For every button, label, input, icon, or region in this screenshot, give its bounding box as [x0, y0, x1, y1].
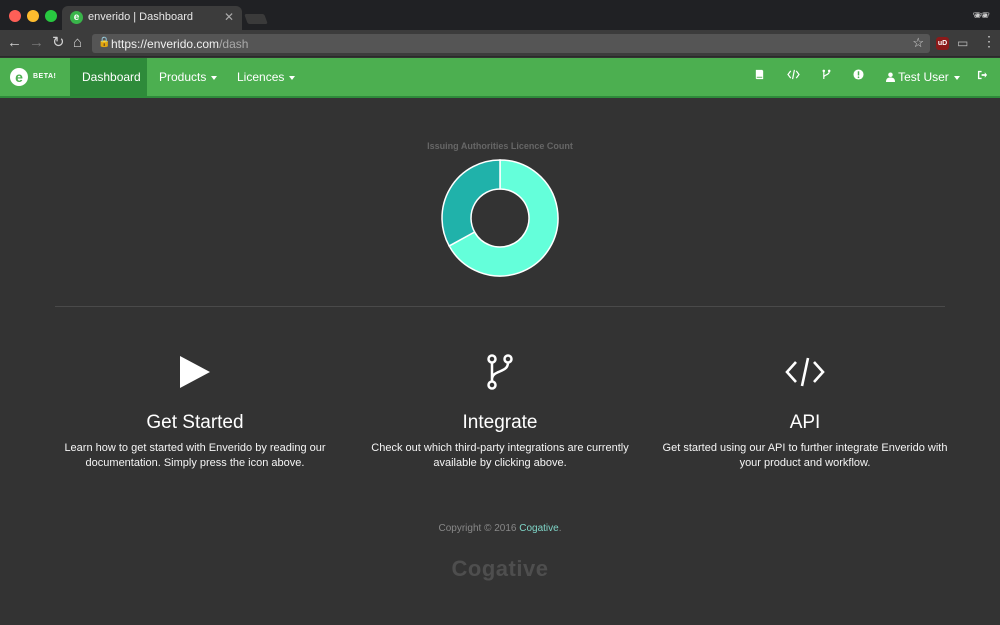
- tab-title: enverido | Dashboard: [88, 11, 193, 23]
- window-zoom-button[interactable]: [45, 10, 57, 22]
- user-menu[interactable]: Test User: [886, 58, 960, 96]
- user-name: Test User: [898, 70, 949, 84]
- address-bar[interactable]: 🔒 https://enverido.com/dash ☆: [92, 34, 930, 53]
- chevron-down-icon: [289, 75, 296, 80]
- feature-title: Integrate: [462, 412, 538, 433]
- feature-integrate: Integrate Check out which third-party in…: [355, 350, 645, 471]
- donut-slice-1[interactable]: [441, 159, 501, 247]
- cogative-link[interactable]: Cogative: [519, 523, 558, 534]
- code-icon[interactable]: [787, 69, 800, 85]
- book-icon[interactable]: [754, 69, 765, 85]
- cogative-logo: Cogative: [451, 556, 549, 581]
- window-minimize-button[interactable]: [27, 10, 39, 22]
- feature-api: API Get started using our API to further…: [660, 350, 950, 471]
- licence-count-donut-chart[interactable]: [440, 158, 560, 278]
- url-text: https://enverido.com/dash: [111, 37, 249, 51]
- favicon-icon: e: [70, 11, 83, 24]
- git-branch-icon[interactable]: [822, 69, 831, 85]
- lock-icon: 🔒: [98, 37, 111, 48]
- back-arrow-icon[interactable]: ←: [7, 34, 22, 52]
- enverido-logo-icon: e: [10, 68, 28, 86]
- user-icon: [886, 70, 898, 84]
- chart-title: Issuing Authorities Licence Count: [427, 141, 573, 151]
- nav-products[interactable]: Products: [147, 58, 229, 96]
- app-navbar: e BETA! Dashboard Products Licences Test…: [0, 58, 1000, 98]
- info-icon[interactable]: [853, 69, 864, 85]
- tab-close-icon[interactable]: ✕: [224, 10, 234, 24]
- divider: [55, 306, 945, 307]
- feature-title: Get Started: [146, 412, 244, 433]
- copyright: Copyright © 2016 Cogative.: [438, 523, 562, 534]
- reload-icon[interactable]: ↻: [52, 34, 65, 52]
- chevron-down-icon: [211, 75, 218, 80]
- feature-description: Get started using our API to further int…: [662, 442, 948, 469]
- browser-menu-icon[interactable]: ⋮: [982, 33, 996, 50]
- sign-out-icon[interactable]: [977, 69, 988, 85]
- bookmark-star-icon[interactable]: ☆: [912, 35, 924, 51]
- home-icon[interactable]: ⌂: [73, 34, 82, 52]
- chevron-down-icon: [953, 75, 960, 80]
- new-tab-button[interactable]: [244, 14, 268, 24]
- git-branch-icon[interactable]: [355, 350, 645, 394]
- cast-icon[interactable]: ▭: [957, 36, 968, 50]
- nav-dashboard[interactable]: Dashboard: [70, 58, 147, 96]
- nav-licences[interactable]: Licences: [225, 58, 307, 96]
- ublock-extension-icon[interactable]: uD: [936, 37, 949, 50]
- code-icon[interactable]: [660, 350, 950, 394]
- browser-tab[interactable]: e enverido | Dashboard ✕: [62, 6, 242, 30]
- feature-description: Learn how to get started with Enverido b…: [64, 442, 326, 469]
- feature-get-started: Get Started Learn how to get started wit…: [50, 350, 340, 471]
- feature-title: API: [789, 412, 821, 433]
- play-icon[interactable]: [50, 350, 340, 394]
- feature-description: Check out which third-party integrations…: [371, 442, 629, 469]
- beta-badge: BETA!: [33, 73, 57, 80]
- forward-arrow-icon[interactable]: →: [29, 34, 44, 52]
- incognito-icon: 🕶: [972, 7, 990, 23]
- browser-toolbar: ← → ↻ ⌂ 🔒 https://enverido.com/dash ☆: [0, 30, 1000, 57]
- window-close-button[interactable]: [9, 10, 21, 22]
- browser-titlebar: e enverido | Dashboard ✕ 🕶: [0, 0, 1000, 30]
